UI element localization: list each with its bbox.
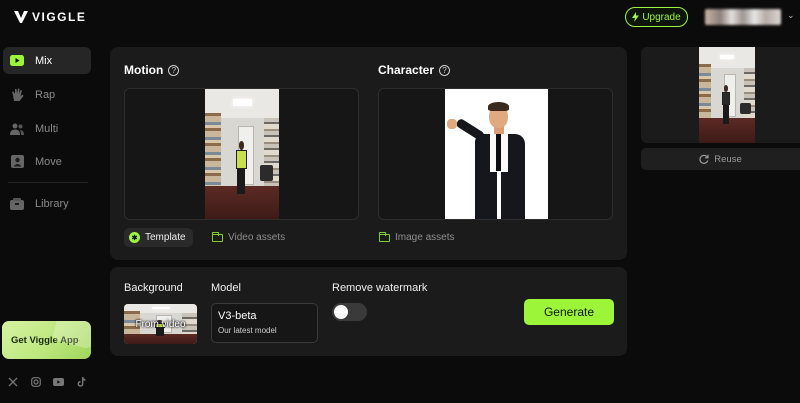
template-label: Template: [145, 232, 186, 243]
options-panel: Background From video Model V3-beta Our …: [110, 267, 627, 356]
background-label: Background: [124, 282, 183, 294]
social-links: [7, 376, 87, 387]
watermark-label: Remove watermark: [332, 282, 428, 294]
reuse-button[interactable]: Reuse: [641, 148, 800, 170]
upgrade-button[interactable]: Upgrade: [625, 7, 688, 27]
template-icon: ✱: [129, 232, 140, 243]
folder-icon: [379, 231, 390, 242]
motion-title: Motion ?: [124, 63, 180, 77]
help-icon[interactable]: ?: [439, 64, 451, 76]
character-upload-area[interactable]: [378, 88, 613, 220]
chevron-down-icon[interactable]: ⌄: [787, 10, 795, 21]
sidebar: Mix Rap Multi Move Library Get Viggle Ap…: [0, 36, 96, 403]
sidebar-item-mix[interactable]: Mix: [3, 47, 91, 74]
person-card-icon: [9, 154, 25, 170]
refresh-icon: [699, 154, 709, 164]
sidebar-divider: [8, 182, 88, 183]
people-icon: [9, 121, 25, 137]
sidebar-item-label: Move: [35, 155, 62, 168]
tiktok-icon[interactable]: [76, 376, 87, 387]
motion-upload-area[interactable]: [124, 88, 359, 220]
result-video-thumbnail: [699, 47, 755, 143]
play-icon: [9, 53, 25, 69]
sidebar-item-rap[interactable]: Rap: [3, 81, 91, 108]
brand-name: VIGGLE: [32, 10, 87, 24]
input-panel: Motion ? ✱ Template Video assets Charact…: [110, 47, 627, 260]
youtube-icon[interactable]: [53, 376, 64, 387]
image-assets-button[interactable]: Image assets: [379, 228, 454, 247]
result-preview[interactable]: [641, 47, 800, 143]
sidebar-item-multi[interactable]: Multi: [3, 115, 91, 142]
viggle-v-icon: [14, 11, 28, 23]
help-icon[interactable]: ?: [168, 64, 180, 76]
viggle-logo[interactable]: VIGGLE: [14, 10, 86, 24]
generate-label: Generate: [543, 305, 595, 319]
sidebar-item-label: Library: [35, 197, 69, 210]
sidebar-item-library[interactable]: Library: [3, 190, 91, 217]
image-assets-label: Image assets: [395, 232, 455, 243]
upgrade-label: Upgrade: [642, 11, 681, 23]
model-name: V3-beta: [218, 310, 257, 322]
get-app-card[interactable]: Get Viggle App: [2, 321, 91, 359]
model-select[interactable]: V3-beta Our latest model: [211, 303, 318, 343]
background-selector[interactable]: From video: [124, 304, 197, 344]
video-assets-button[interactable]: Video assets: [212, 228, 285, 247]
motion-title-text: Motion: [124, 63, 164, 77]
reuse-label: Reuse: [714, 153, 742, 165]
sidebar-item-move[interactable]: Move: [3, 148, 91, 175]
sidebar-item-label: Multi: [35, 122, 59, 135]
template-button[interactable]: ✱ Template: [124, 228, 193, 247]
model-description: Our latest model: [218, 326, 277, 335]
video-assets-label: Video assets: [228, 232, 286, 243]
lightning-icon: [632, 12, 640, 22]
generate-button[interactable]: Generate: [524, 299, 614, 325]
character-title-text: Character: [378, 63, 435, 77]
character-title: Character ?: [378, 63, 451, 77]
user-account[interactable]: [705, 9, 781, 25]
instagram-icon[interactable]: [30, 376, 41, 387]
x-icon[interactable]: [7, 376, 18, 387]
hand-icon: [9, 87, 25, 103]
folder-icon: [212, 231, 223, 242]
toggle-knob: [334, 305, 348, 319]
sidebar-item-label: Mix: [35, 54, 53, 67]
watermark-toggle[interactable]: [332, 303, 367, 321]
box-icon: [9, 196, 25, 212]
sidebar-item-label: Rap: [35, 88, 56, 101]
motion-video-preview: [205, 89, 279, 219]
background-value: From video: [135, 318, 186, 330]
model-label: Model: [211, 282, 241, 294]
character-image: [445, 89, 548, 219]
top-bar: VIGGLE Upgrade ⌄: [0, 0, 800, 36]
